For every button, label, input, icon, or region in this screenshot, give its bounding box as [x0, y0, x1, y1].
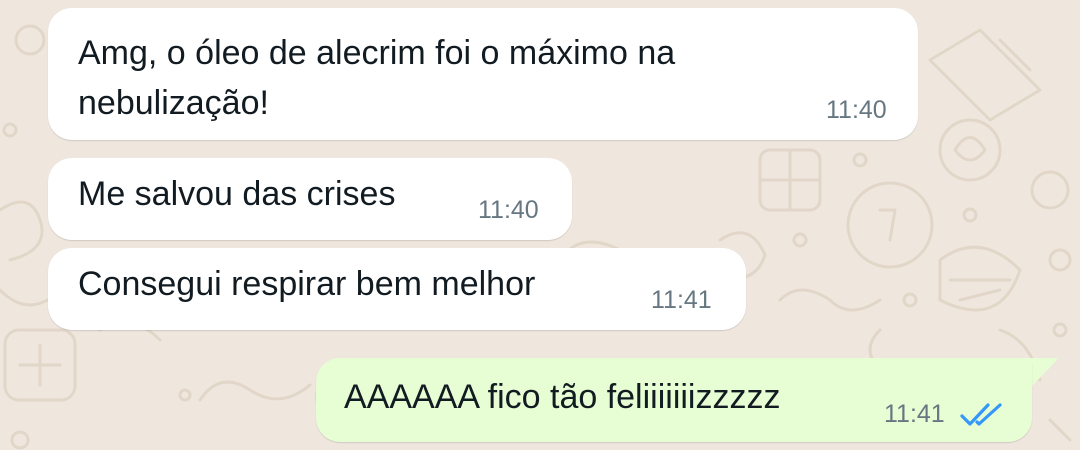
message-bubble-incoming[interactable]: Consegui respirar bem melhor 11:41: [48, 248, 746, 330]
message-timestamp: 11:40: [826, 96, 887, 124]
message-text: Amg, o óleo de alecrim foi o máximo na: [78, 34, 676, 72]
message-text: Me salvou das crises: [78, 175, 396, 213]
message-timestamp: 11:40: [478, 196, 539, 224]
message-timestamp: 11:41: [884, 400, 945, 428]
message-text: AAAAAA fico tão feliiiiiiizzzzz: [344, 378, 781, 416]
message-text: Consegui respirar bem melhor: [78, 265, 536, 303]
message-bubble-incoming[interactable]: Me salvou das crises 11:40: [48, 158, 572, 240]
double-check-icon: [960, 403, 1002, 426]
message-text: nebulização!: [78, 84, 269, 122]
message-bubble-incoming[interactable]: Amg, o óleo de alecrim foi o máximo na n…: [48, 8, 918, 140]
message-bubble-outgoing[interactable]: AAAAAA fico tão feliiiiiiizzzzz 11:41: [316, 358, 1032, 442]
message-timestamp: 11:41: [651, 286, 712, 314]
